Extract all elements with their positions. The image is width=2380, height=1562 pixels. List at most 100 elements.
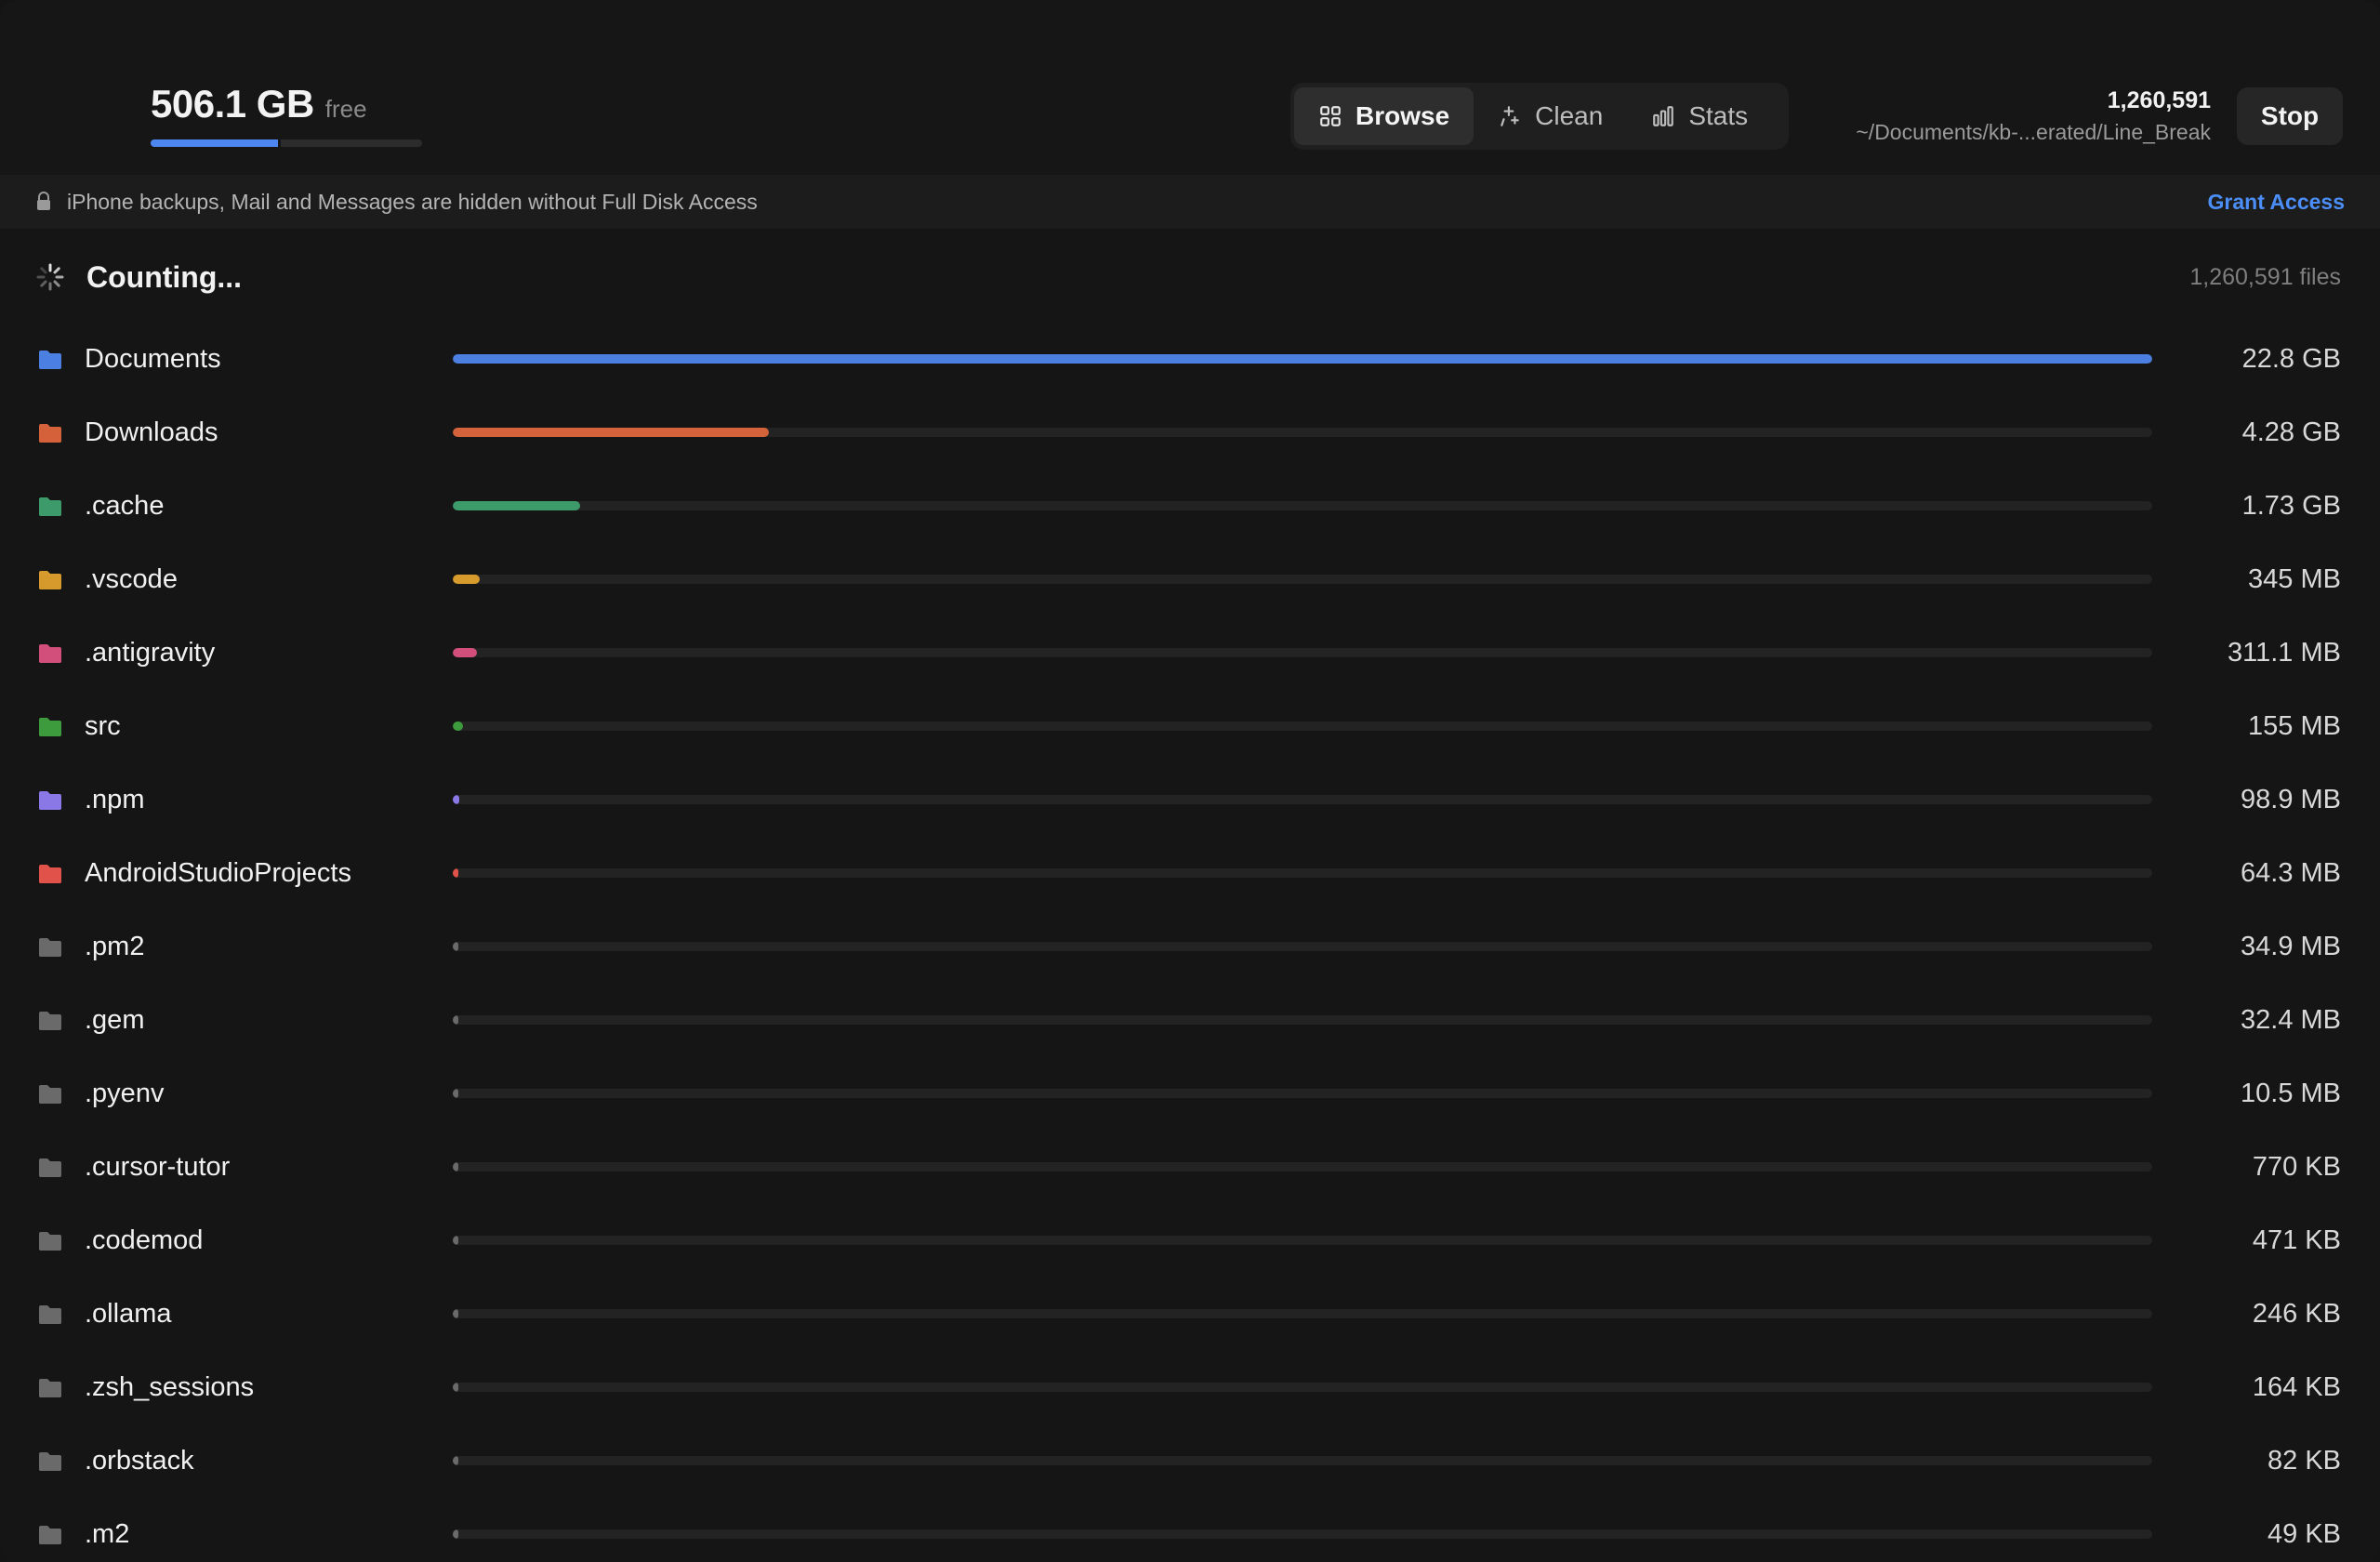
sparkle-icon bbox=[1501, 106, 1519, 126]
folder-name: .npm bbox=[85, 785, 145, 814]
folder-row[interactable]: .zsh_sessions 164 KB bbox=[0, 1352, 2380, 1425]
folder-icon bbox=[39, 351, 61, 369]
folder-size: 22.8 GB bbox=[2241, 344, 2341, 374]
folder-icon bbox=[39, 718, 61, 736]
folder-name: .codemod bbox=[85, 1225, 204, 1255]
folder-size-fill bbox=[453, 1236, 458, 1245]
folder-size-fill bbox=[453, 428, 769, 437]
folder-size-fill bbox=[453, 1383, 458, 1392]
disk-usage-bar bbox=[151, 139, 422, 147]
folder-row[interactable]: .m2 49 KB bbox=[0, 1499, 2380, 1562]
free-space-value: 506.1 GB bbox=[151, 82, 314, 126]
folder-size: 164 KB bbox=[2252, 1372, 2341, 1402]
folder-name: .vscode bbox=[85, 564, 178, 594]
folder-size: 770 KB bbox=[2252, 1152, 2341, 1182]
folder-size: 32.4 MB bbox=[2241, 1005, 2341, 1035]
folder-size-bar bbox=[453, 1162, 2152, 1172]
header: 506.1 GB free Browse Clean Stats 1,260,5… bbox=[0, 0, 2380, 175]
folder-size: 1.73 GB bbox=[2241, 491, 2341, 521]
folder-row[interactable]: .pm2 34.9 MB bbox=[0, 911, 2380, 985]
folder-icon bbox=[39, 791, 61, 810]
folder-row[interactable]: .antigravity 311.1 MB bbox=[0, 617, 2380, 691]
folder-icon bbox=[39, 1526, 61, 1544]
folder-size-bar bbox=[453, 721, 2152, 731]
folder-size: 155 MB bbox=[2248, 711, 2341, 741]
files-count: 1,260,591 files bbox=[2189, 264, 2341, 290]
tab-clean[interactable]: Clean bbox=[1474, 87, 1627, 145]
folder-row[interactable]: .pyenv 10.5 MB bbox=[0, 1058, 2380, 1132]
folder-size: 34.9 MB bbox=[2241, 932, 2341, 961]
folder-size-fill bbox=[453, 942, 458, 951]
folder-size-bar bbox=[453, 1383, 2152, 1392]
folder-icon bbox=[39, 1158, 61, 1177]
folder-size: 49 KB bbox=[2268, 1519, 2341, 1549]
folder-size-bar bbox=[453, 428, 2152, 437]
folder-size-fill bbox=[453, 354, 2152, 364]
folder-icon bbox=[39, 1085, 61, 1104]
folder-size: 311.1 MB bbox=[2228, 638, 2341, 668]
stop-button[interactable]: Stop bbox=[2237, 87, 2343, 145]
folder-size-fill bbox=[453, 575, 480, 584]
folder-size-fill bbox=[453, 1089, 458, 1098]
folder-size-bar bbox=[453, 942, 2152, 951]
folder-size: 246 KB bbox=[2252, 1299, 2341, 1329]
app-window: 506.1 GB free Browse Clean Stats 1,260,5… bbox=[0, 0, 2380, 1562]
tab-browse[interactable]: Browse bbox=[1294, 87, 1474, 145]
folder-size-fill bbox=[453, 1015, 458, 1025]
folder-icon bbox=[39, 1379, 61, 1397]
folder-size-bar bbox=[453, 575, 2152, 584]
full-disk-access-banner: iPhone backups, Mail and Messages are hi… bbox=[0, 175, 2380, 229]
folder-size: 64.3 MB bbox=[2241, 858, 2341, 888]
current-scan-path: ~/Documents/kb-...erated/Line_Break bbox=[1856, 120, 2211, 144]
folder-row[interactable]: .orbstack 82 KB bbox=[0, 1425, 2380, 1499]
folder-size: 345 MB bbox=[2248, 564, 2341, 594]
bar-chart-icon bbox=[1653, 106, 1674, 126]
folder-row[interactable]: .ollama 246 KB bbox=[0, 1278, 2380, 1352]
spinner-icon bbox=[36, 263, 64, 291]
folder-size-bar bbox=[453, 868, 2152, 878]
folder-row[interactable]: .vscode 345 MB bbox=[0, 544, 2380, 617]
counting-status: Counting... bbox=[86, 260, 243, 294]
folder-icon bbox=[39, 1012, 61, 1030]
folder-size-fill bbox=[453, 721, 463, 731]
grid-icon bbox=[1320, 106, 1341, 126]
folder-row[interactable]: Documents 22.8 GB bbox=[0, 324, 2380, 397]
folder-name: Downloads bbox=[85, 417, 218, 447]
folder-row[interactable]: src 155 MB bbox=[0, 691, 2380, 764]
folder-row[interactable]: .npm 98.9 MB bbox=[0, 764, 2380, 838]
folder-size-bar bbox=[453, 648, 2152, 657]
folder-size-bar bbox=[453, 1456, 2152, 1465]
folder-row[interactable]: .cursor-tutor 770 KB bbox=[0, 1132, 2380, 1205]
folder-row[interactable]: Downloads 4.28 GB bbox=[0, 397, 2380, 470]
folder-row[interactable]: .codemod 471 KB bbox=[0, 1205, 2380, 1278]
folder-row[interactable]: AndroidStudioProjects 64.3 MB bbox=[0, 838, 2380, 911]
folder-size-bar bbox=[453, 1529, 2152, 1539]
banner-message: iPhone backups, Mail and Messages are hi… bbox=[67, 189, 758, 214]
folder-icon bbox=[39, 1305, 61, 1324]
folder-name: .cache bbox=[85, 491, 165, 521]
folder-size: 4.28 GB bbox=[2241, 417, 2341, 447]
folder-size-fill bbox=[453, 868, 458, 878]
scan-progress: 1,260,591 ~/Documents/kb-...erated/Line_… bbox=[1856, 87, 2211, 145]
folder-icon bbox=[39, 1232, 61, 1251]
folder-name: .m2 bbox=[85, 1519, 130, 1549]
folder-icon bbox=[39, 497, 61, 516]
tab-stats-label: Stats bbox=[1688, 101, 1749, 130]
free-space-label: free bbox=[324, 95, 367, 123]
folder-name: Documents bbox=[85, 344, 221, 374]
folder-row[interactable]: .cache 1.73 GB bbox=[0, 470, 2380, 544]
folder-name: .pyenv bbox=[85, 1079, 165, 1108]
tab-clean-label: Clean bbox=[1535, 101, 1604, 130]
folder-name: .antigravity bbox=[85, 638, 216, 668]
folder-size-bar bbox=[453, 1309, 2152, 1318]
scanned-item-count: 1,260,591 bbox=[2107, 87, 2211, 113]
folder-size: 10.5 MB bbox=[2241, 1079, 2341, 1108]
tab-stats[interactable]: Stats bbox=[1627, 87, 1772, 145]
folder-icon bbox=[39, 571, 61, 589]
grant-access-link[interactable]: Grant Access bbox=[2208, 190, 2345, 215]
folder-name: AndroidStudioProjects bbox=[85, 858, 351, 888]
folder-size-fill bbox=[453, 1529, 458, 1539]
lock-icon bbox=[37, 192, 50, 210]
folder-size-fill bbox=[453, 1309, 458, 1318]
folder-row[interactable]: .gem 32.4 MB bbox=[0, 985, 2380, 1058]
